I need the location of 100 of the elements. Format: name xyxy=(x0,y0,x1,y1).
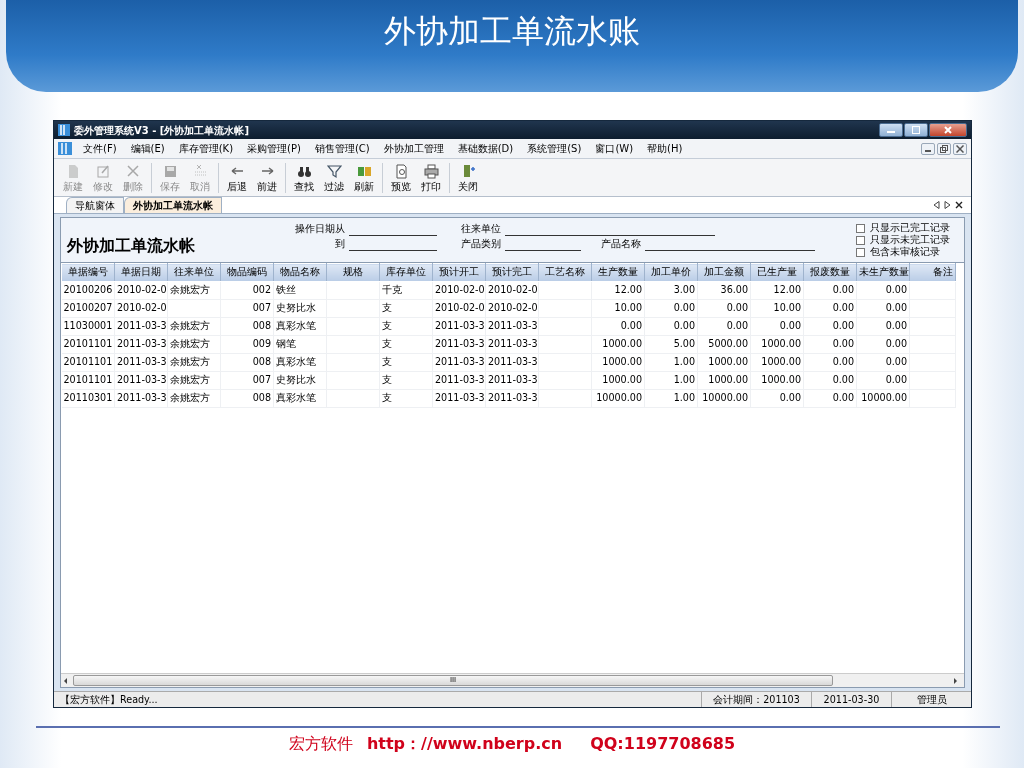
mdi-button[interactable] xyxy=(937,142,951,155)
column-header[interactable]: 预计开工 xyxy=(432,263,486,282)
option-label: 只显示未完工记录 xyxy=(870,234,950,246)
minimize-button[interactable] xyxy=(879,123,903,137)
column-header[interactable]: 单据日期 xyxy=(114,263,168,282)
tab[interactable]: 导航窗体 xyxy=(66,197,124,213)
field-label: 操作日期从 xyxy=(295,222,345,236)
column-header[interactable]: 已生产量 xyxy=(750,263,804,282)
table-cell: 2011-03-3 xyxy=(485,317,539,336)
column-header[interactable]: 物品名称 xyxy=(273,263,327,282)
menu-item[interactable]: 编辑(E) xyxy=(123,140,172,157)
column-header[interactable]: 生产数量 xyxy=(591,263,645,282)
mdi-button[interactable] xyxy=(921,142,935,155)
toolbar-button[interactable]: 查找 xyxy=(289,162,319,193)
toolbar-button[interactable]: 打印 xyxy=(416,162,446,193)
column-header[interactable]: 物品编码 xyxy=(220,263,274,282)
table-cell: 0.00 xyxy=(697,299,751,318)
table-cell: 2011-03-3 xyxy=(114,353,168,372)
status-text: 【宏方软件】Ready... xyxy=(59,693,159,707)
column-header[interactable]: 库存单位 xyxy=(379,263,433,282)
edit-icon xyxy=(95,163,111,179)
maximize-button[interactable] xyxy=(904,123,928,137)
table-cell: 史努比水 xyxy=(273,299,327,318)
checkbox[interactable] xyxy=(856,247,865,257)
table-cell: 10000.00 xyxy=(697,389,751,408)
table-cell: 2010-02-0 xyxy=(485,281,539,300)
menu-item[interactable]: 外协加工管理 xyxy=(376,140,451,157)
tab-left-icon[interactable] xyxy=(933,201,940,209)
column-header[interactable]: 规格 xyxy=(326,263,380,282)
toolbar-button[interactable]: 预览 xyxy=(386,162,416,193)
table-cell: 0.00 xyxy=(750,389,804,408)
table-cell: 12.00 xyxy=(591,281,645,300)
column-header[interactable]: 工艺名称 xyxy=(538,263,592,282)
checkbox[interactable] xyxy=(856,223,865,233)
column-header[interactable]: 备注 xyxy=(909,263,956,282)
table-cell: 2010-02-0 xyxy=(114,281,168,300)
table-cell: 0.00 xyxy=(644,317,698,336)
table-cell: 20110301 xyxy=(61,389,115,408)
menu-item[interactable]: 帮助(H) xyxy=(640,140,690,157)
menu-item[interactable]: 采购管理(P) xyxy=(240,140,308,157)
table-cell: 20100206 xyxy=(61,281,115,300)
table-cell: 1000.00 xyxy=(591,353,645,372)
table-cell: 余姚宏方 xyxy=(167,317,221,336)
tab[interactable]: 外协加工单流水帐 xyxy=(124,197,222,213)
table-cell: 11030001 xyxy=(61,317,115,336)
app-icon xyxy=(58,142,72,155)
menu-item[interactable]: 销售管理(C) xyxy=(307,140,377,157)
table-cell: 0.00 xyxy=(803,317,857,336)
column-header[interactable]: 报废数量 xyxy=(803,263,857,282)
toolbar-button[interactable]: 关闭 xyxy=(453,162,483,193)
table-cell: 0.00 xyxy=(856,299,910,318)
table-cell: 铁丝 xyxy=(273,281,327,300)
table-cell: 10.00 xyxy=(591,299,645,318)
table-cell: 20101101 xyxy=(61,335,115,354)
mdi-button[interactable] xyxy=(953,142,967,155)
minimize-icon xyxy=(925,149,931,152)
column-header[interactable]: 加工金额 xyxy=(697,263,751,282)
table-cell: 1.00 xyxy=(644,371,698,390)
table-cell: 1000.00 xyxy=(697,371,751,390)
column-header[interactable]: 往来单位 xyxy=(167,263,221,282)
menu-item[interactable]: 基础数据(D) xyxy=(450,140,521,157)
table-cell: 0.00 xyxy=(803,281,857,300)
table-cell: 0.00 xyxy=(803,371,857,390)
table-cell: 0.00 xyxy=(856,335,910,354)
menu-item[interactable]: 窗口(W) xyxy=(588,140,641,157)
table-cell: 2011-03-3 xyxy=(432,317,486,336)
toolbar-button[interactable]: 前进 xyxy=(252,162,282,193)
checkbox[interactable] xyxy=(856,235,865,245)
menu-item[interactable]: 文件(F) xyxy=(76,140,124,157)
menu-item[interactable]: 库存管理(K) xyxy=(171,140,241,157)
toolbar-button[interactable]: 过滤 xyxy=(319,162,349,193)
table-cell: 1000.00 xyxy=(591,371,645,390)
column-header[interactable]: 预计完工 xyxy=(485,263,539,282)
table-cell: 20101101 xyxy=(61,353,115,372)
table-cell: 0.00 xyxy=(803,335,857,354)
column-header[interactable]: 未生产数量 xyxy=(856,263,910,282)
column-header[interactable]: 加工单价 xyxy=(644,263,698,282)
table-cell: 0.00 xyxy=(803,389,857,408)
table-cell: 2010-02-0 xyxy=(432,281,486,300)
table-cell: 余姚宏方 xyxy=(167,389,221,408)
table-cell: 2010-02-0 xyxy=(432,299,486,318)
maximize-icon xyxy=(912,126,920,134)
column-header[interactable]: 单据编号 xyxy=(61,263,115,282)
table-cell: 20100207 xyxy=(61,299,115,318)
close-icon[interactable] xyxy=(955,201,963,209)
website-link[interactable]: http：//www.nberp.cn xyxy=(366,732,563,756)
table-cell: 0.00 xyxy=(803,299,857,318)
toolbar-button[interactable]: 刷新 xyxy=(349,162,379,193)
table-cell: 20101101 xyxy=(61,371,115,390)
table-cell: 007 xyxy=(220,371,274,390)
table-cell: 千克 xyxy=(379,281,433,300)
table-cell: 0.00 xyxy=(856,281,910,300)
toolbar-button[interactable]: 后退 xyxy=(222,162,252,193)
table-cell: 余姚宏方 xyxy=(167,371,221,390)
close-button[interactable] xyxy=(929,123,967,137)
status-text: 2011-03-30 xyxy=(811,692,891,707)
menu-item[interactable]: 系统管理(S) xyxy=(520,140,589,157)
table-cell: 2011-03-3 xyxy=(432,353,486,372)
tab-right-icon[interactable] xyxy=(944,201,951,209)
table-cell: 10000.00 xyxy=(591,389,645,408)
